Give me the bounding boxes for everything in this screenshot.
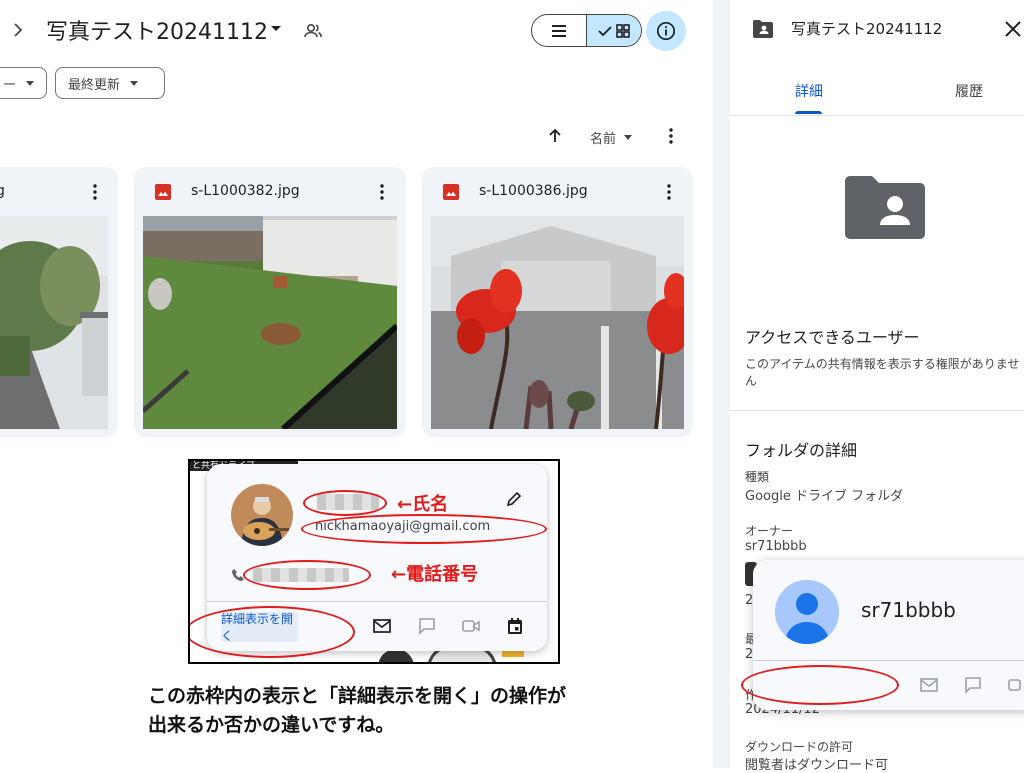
file-thumbnail: [431, 216, 684, 429]
annotation-oval-missing-details: [741, 665, 899, 705]
download-label: ダウンロードの許可: [745, 740, 854, 754]
sort-by-button[interactable]: 名前: [590, 128, 633, 147]
shared-people-icon[interactable]: [302, 20, 324, 42]
active-tab-indicator: [795, 111, 822, 114]
file-name: s-L1000382.jpg: [191, 183, 300, 199]
annotation-label-name: ←氏名: [397, 494, 449, 515]
more-options-icon[interactable]: [662, 126, 680, 146]
annotation-oval-name: [303, 490, 387, 516]
view-toggle: [531, 14, 642, 47]
video-call-icon[interactable]: [1007, 675, 1024, 695]
default-avatar-icon: [775, 580, 839, 644]
download-value: 閲覧者はダウンロード可: [745, 758, 889, 773]
divider: [753, 660, 1024, 661]
more-options-icon[interactable]: [378, 183, 386, 201]
background-fragment: [378, 649, 414, 662]
image-file-icon: [442, 183, 460, 201]
shared-folder-preview-icon: [845, 175, 925, 239]
chat-icon[interactable]: [963, 675, 983, 695]
check-icon: [598, 25, 612, 36]
file-card[interactable]: s-L1000386.jpg: [422, 167, 693, 437]
more-options-icon[interactable]: [665, 183, 673, 201]
annotation-caption: この赤枠内の表示と「詳細表示を開く」の操作が 出来るか否かの違いですね。: [148, 682, 566, 740]
file-name: g: [0, 183, 5, 199]
more-options-icon[interactable]: [91, 183, 99, 201]
tab-activity[interactable]: 履歴: [955, 81, 983, 101]
contact-avatar: [231, 484, 293, 546]
mail-icon[interactable]: [919, 675, 939, 695]
grid-view-button[interactable]: [587, 15, 641, 46]
annotation-oval-phone: [243, 560, 371, 590]
grid-icon: [616, 23, 630, 38]
mail-icon[interactable]: [372, 616, 392, 636]
sort-direction-icon[interactable]: [545, 126, 565, 146]
file-card[interactable]: g: [0, 167, 118, 437]
chat-icon[interactable]: [417, 616, 437, 636]
owner-name: sr71bbbb: [861, 598, 956, 622]
folder-details-title: フォルダの詳細: [745, 441, 858, 460]
folder-title[interactable]: 写真テスト20241112: [46, 14, 268, 46]
image-file-icon: [154, 183, 172, 201]
annotated-screenshot: と共有ドライブ ←氏名 nickhamaoyaji@gmail.com: [188, 459, 560, 664]
divider: [730, 410, 1024, 411]
panel-title: 写真テスト20241112: [791, 20, 943, 38]
chevron-down-icon: [624, 135, 633, 140]
title-dropdown-icon[interactable]: [268, 20, 284, 36]
annotation-label-phone: ←電話番号: [391, 564, 479, 585]
filter-chip-modified[interactable]: 最終更新: [55, 67, 165, 99]
divider: [207, 601, 547, 602]
calendar-icon[interactable]: [505, 616, 525, 636]
chevron-down-icon: [26, 80, 34, 86]
file-card[interactable]: s-L1000382.jpg: [134, 167, 406, 437]
type-value: Google ドライブ フォルダ: [745, 489, 904, 504]
list-view-button[interactable]: [532, 15, 587, 46]
annotation-oval-email: [301, 514, 547, 544]
access-section-title: アクセスできるユーザー: [745, 328, 920, 347]
filter-chip-type-label: ー: [2, 77, 16, 93]
tab-details[interactable]: 詳細: [795, 81, 823, 101]
annotation-oval-open-details: [190, 606, 355, 658]
filter-chip-type[interactable]: ー: [0, 67, 47, 99]
caption-line-2: 出来るか否かの違いですね。: [148, 714, 395, 736]
owner-hover-card: sr71bbbb: [741, 560, 1024, 710]
video-call-icon[interactable]: [461, 616, 481, 636]
divider: [730, 115, 1024, 116]
access-description-line-1: このアイテムの共有情報を表示する権限がありませ: [745, 357, 1020, 371]
access-description-line-2: ん: [745, 374, 758, 388]
file-thumbnail: [0, 216, 108, 429]
close-icon[interactable]: [1002, 18, 1024, 40]
edit-pencil-icon[interactable]: [505, 490, 523, 508]
list-icon: [552, 24, 566, 37]
file-name: s-L1000386.jpg: [479, 183, 588, 199]
chevron-down-icon: [130, 80, 139, 86]
details-info-button[interactable]: [646, 11, 686, 51]
owner-label: オーナー: [745, 524, 794, 538]
type-label: 種類: [745, 470, 770, 484]
owner-value[interactable]: sr71bbbb: [745, 539, 807, 554]
caption-line-1: この赤枠内の表示と「詳細表示を開く」の操作が: [148, 685, 567, 707]
contact-card-popup: ←氏名 nickhamaoyaji@gmail.com ←電話番号 詳細表示を開…: [190, 464, 547, 658]
breadcrumb-chevron-icon[interactable]: [8, 18, 28, 42]
sort-by-label: 名前: [590, 132, 617, 147]
file-thumbnail: [143, 216, 397, 429]
info-icon: [656, 21, 676, 41]
filter-chip-modified-label: 最終更新: [68, 77, 121, 93]
shared-folder-icon: [752, 19, 774, 39]
